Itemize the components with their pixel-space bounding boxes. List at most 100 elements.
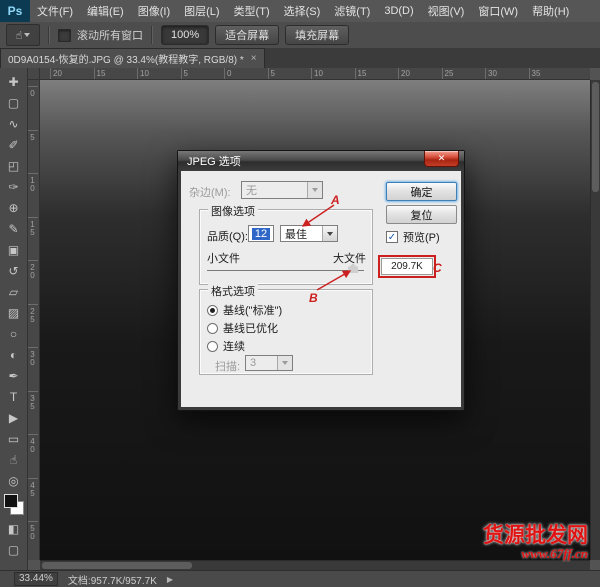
zoom-100-button[interactable]: 100%	[161, 25, 209, 45]
menu-item[interactable]: 类型(T)	[227, 0, 277, 22]
color-swatches[interactable]	[3, 493, 25, 516]
tool-icons: ✚▢∿✐◰✑⊕✎▣↺▱▨○◐✒T▶▭☝◎	[3, 71, 25, 491]
vertical-scrollbar[interactable]	[590, 80, 600, 560]
watermark-url: www.67ff.cn	[483, 547, 588, 561]
format-options-group: 格式选项 基线("标准") 基线已优化 连续 扫描: 3	[199, 289, 373, 375]
dialog-title-bar[interactable]: JPEG 选项 ✕	[178, 151, 464, 171]
blur-tool[interactable]: ○	[3, 323, 25, 344]
baseline-optimized-radio[interactable]: 基线已优化	[207, 320, 278, 336]
scroll-all-windows-label: 滚动所有窗口	[77, 27, 143, 43]
jpeg-options-dialog: JPEG 选项 ✕ 杂边(M): 无 确定 复位 ✓ 预览(P) 209.7K …	[177, 150, 465, 411]
baseline-standard-radio[interactable]: 基线("标准")	[207, 302, 282, 318]
close-icon[interactable]: ✕	[424, 151, 459, 167]
watermark-title: 货源批发网	[483, 524, 588, 547]
preview-checkbox[interactable]: ✓ 预览(P)	[386, 229, 440, 245]
matte-dropdown[interactable]: 无	[241, 181, 323, 199]
menu-item[interactable]: 文件(F)	[30, 0, 80, 22]
move-tool[interactable]: ✚	[3, 71, 25, 92]
menu-item[interactable]: 帮助(H)	[525, 0, 576, 22]
gradient-tool[interactable]: ▨	[3, 302, 25, 323]
fill-screen-button[interactable]: 填充屏幕	[285, 25, 349, 45]
menu-item[interactable]: 滤镜(T)	[327, 0, 377, 22]
tab-close-icon[interactable]: ×	[251, 53, 257, 64]
radio-icon[interactable]	[207, 305, 218, 316]
menu-item[interactable]: 窗口(W)	[471, 0, 525, 22]
horizontal-scrollbar[interactable]	[40, 560, 590, 570]
path-selection-tool[interactable]: ▶	[3, 407, 25, 428]
foreground-color-swatch[interactable]	[4, 494, 18, 508]
eraser-tool[interactable]: ▱	[3, 281, 25, 302]
ruler-number: 20	[398, 68, 442, 79]
menu-item[interactable]: 3D(D)	[377, 0, 420, 22]
tool-preset-picker[interactable]: ☝	[6, 24, 40, 46]
progressive-radio[interactable]: 连续	[207, 338, 245, 354]
document-size-info: 文档:957.7K/957.7K	[68, 572, 157, 587]
scroll-all-windows-checkbox[interactable]	[58, 29, 71, 42]
rectangular-marquee-tool[interactable]: ▢	[3, 92, 25, 113]
document-tab[interactable]: 0D9A0154-恢复的.JPG @ 33.4%(教程教字, RGB/8) * …	[0, 48, 265, 68]
menu-item[interactable]: 视图(V)	[421, 0, 472, 22]
quick-mask-button[interactable]: ◧	[3, 518, 25, 539]
scrollbar-thumb[interactable]	[592, 82, 599, 192]
ruler-number: 30	[28, 347, 38, 391]
screen-mode-button[interactable]: ▢	[3, 539, 25, 560]
scan-dropdown[interactable]: 3	[245, 355, 293, 371]
dropdown-arrow-icon	[322, 226, 337, 241]
quality-value: 12	[252, 228, 270, 240]
scrollbar-thumb[interactable]	[42, 562, 192, 569]
menu-item[interactable]: 选择(S)	[277, 0, 328, 22]
type-tool[interactable]: T	[3, 386, 25, 407]
annotation-letter-a: A	[331, 193, 340, 207]
menu-item[interactable]: 编辑(E)	[80, 0, 131, 22]
menu-item[interactable]: 图像(I)	[131, 0, 177, 22]
document-tab-title: 0D9A0154-恢复的.JPG @ 33.4%(教程教字, RGB/8) *	[8, 51, 244, 66]
eyedropper-tool[interactable]: ✑	[3, 176, 25, 197]
matte-value: 无	[246, 182, 257, 198]
annotation-letter-c: C	[433, 261, 442, 275]
shape-tool[interactable]: ▭	[3, 428, 25, 449]
image-options-legend: 图像选项	[208, 203, 258, 219]
ruler-number: 25	[28, 304, 38, 348]
reset-button[interactable]: 复位	[386, 205, 457, 224]
radio-icon[interactable]	[207, 323, 218, 334]
dropdown-arrow-icon	[277, 356, 292, 370]
quality-input[interactable]: 12	[248, 225, 274, 242]
history-brush-tool[interactable]: ↺	[3, 260, 25, 281]
hand-tool[interactable]: ☝	[3, 449, 25, 470]
ruler-number: 15	[355, 68, 399, 79]
radio-icon[interactable]	[207, 341, 218, 352]
spot-healing-brush-tool[interactable]: ⊕	[3, 197, 25, 218]
quality-preset-value: 最佳	[285, 226, 307, 242]
ruler-number: 40	[28, 434, 38, 478]
quality-preset-dropdown[interactable]: 最佳	[280, 225, 338, 242]
chevron-down-icon	[24, 33, 30, 37]
hand-tool-icon: ☝	[16, 29, 23, 42]
checkbox-check-icon[interactable]: ✓	[386, 231, 398, 243]
status-menu-arrow-icon[interactable]: ▶	[167, 575, 173, 584]
status-bar: 33.44% 文档:957.7K/957.7K ▶	[0, 570, 600, 587]
file-size-slider-track[interactable]	[207, 270, 364, 271]
zoom-level-field[interactable]: 33.44%	[14, 572, 58, 586]
ruler-number: 50	[28, 521, 38, 560]
pen-tool[interactable]: ✒	[3, 365, 25, 386]
brush-tool[interactable]: ✎	[3, 218, 25, 239]
watermark: 货源批发网 www.67ff.cn	[483, 524, 588, 561]
file-size-annotation-box: 209.7K	[378, 255, 436, 278]
clone-stamp-tool[interactable]: ▣	[3, 239, 25, 260]
crop-tool[interactable]: ◰	[3, 155, 25, 176]
ruler-number: 20	[28, 260, 38, 304]
menus: 文件(F)编辑(E)图像(I)图层(L)类型(T)选择(S)滤镜(T)3D(D)…	[30, 0, 576, 22]
dodge-tool[interactable]: ◐	[3, 344, 25, 365]
quick-selection-tool[interactable]: ✐	[3, 134, 25, 155]
small-file-label: 小文件	[207, 250, 240, 266]
fit-screen-button[interactable]: 适合屏幕	[215, 25, 279, 45]
baseline-standard-label: 基线("标准")	[223, 302, 282, 318]
zoom-tool[interactable]: ◎	[3, 470, 25, 491]
ruler-number: 10	[311, 68, 355, 79]
ok-button[interactable]: 确定	[386, 182, 457, 201]
lasso-tool[interactable]: ∿	[3, 113, 25, 134]
image-options-group: 图像选项 品质(Q): 12 最佳 小文件 大文件	[199, 209, 373, 285]
ruler-vertical: 05101520253035404550	[28, 80, 40, 560]
menu-item[interactable]: 图层(L)	[177, 0, 226, 22]
ruler-number: 5	[28, 130, 38, 174]
